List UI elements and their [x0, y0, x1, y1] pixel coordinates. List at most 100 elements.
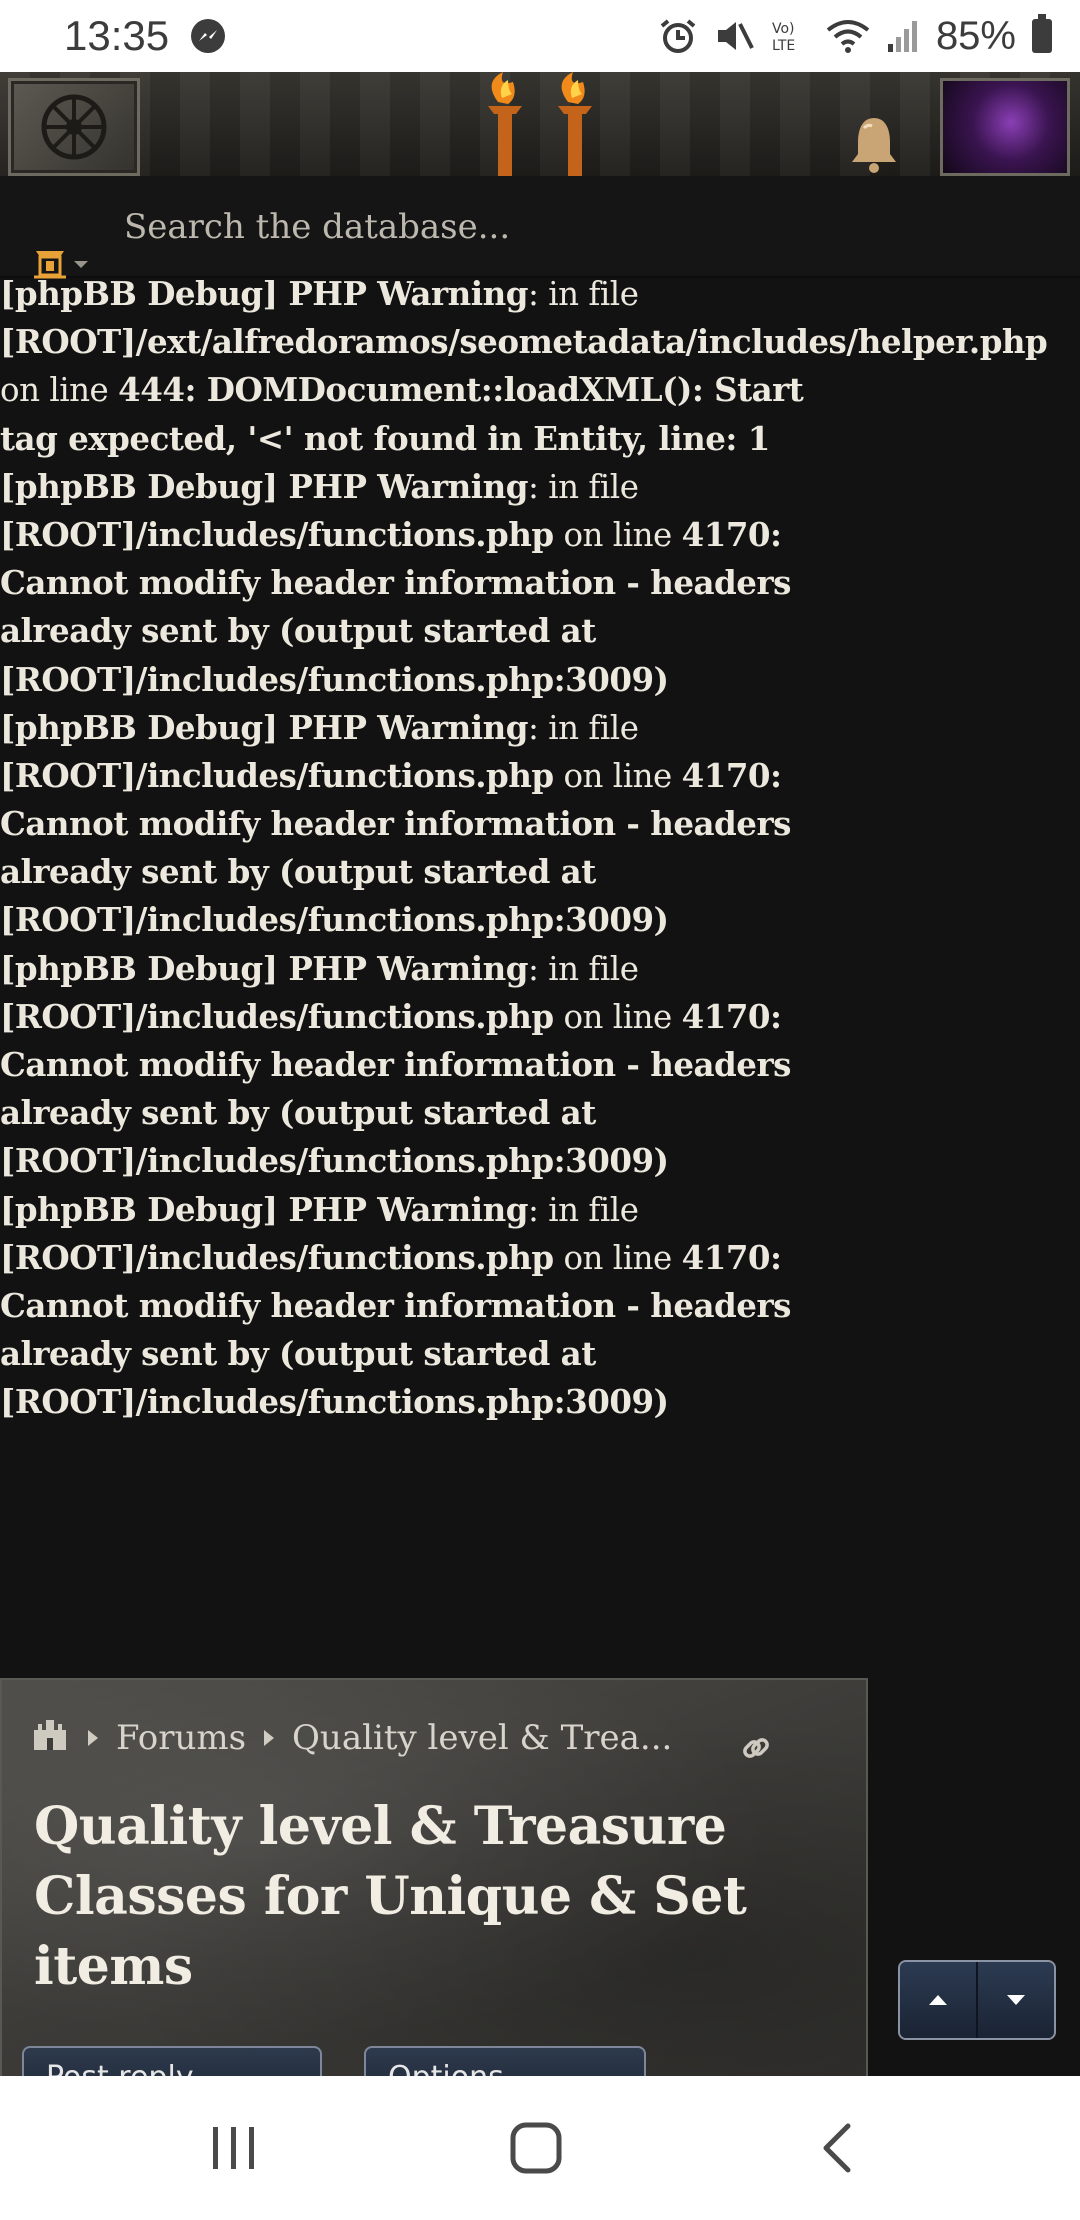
battery-percent: 85%: [935, 13, 1016, 58]
debug-text-bold2: 4170:: [681, 996, 782, 1036]
debug-text-bold2: 4170:: [681, 755, 782, 795]
caret-up-icon: [929, 1995, 947, 2005]
home-castle-icon[interactable]: [30, 1714, 70, 1763]
debug-text-normal: : in file: [527, 1190, 639, 1229]
debug-text-bold2: 4170:: [681, 1237, 782, 1277]
debug-text-bold: Cannot modify header information - heade…: [0, 563, 791, 603]
svg-text:LTE: LTE: [772, 38, 795, 54]
bell-icon[interactable]: [842, 112, 906, 176]
debug-line: [ROOT]/includes/functions.php:3009): [0, 896, 1080, 944]
debug-line: [ROOT]/ext/alfredoramos/seometadata/incl…: [0, 318, 1080, 366]
debug-text-bold2: 4170:: [681, 514, 782, 554]
debug-text-normal: on line: [553, 756, 682, 795]
scroll-down-button[interactable]: [976, 1962, 1054, 2038]
debug-text-bold: [ROOT]/includes/functions.php:3009): [0, 900, 669, 940]
debug-text-bold: already sent by (output started at: [0, 1093, 596, 1133]
breadcrumb-topic[interactable]: Quality level & Trea...: [292, 1718, 672, 1758]
back-button[interactable]: [798, 2118, 878, 2178]
debug-line: already sent by (output started at: [0, 848, 1080, 896]
recents-button[interactable]: [194, 2118, 274, 2178]
debug-line: Cannot modify header information - heade…: [0, 1041, 1080, 1089]
debug-line: Cannot modify header information - heade…: [0, 1282, 1080, 1330]
debug-text-bold: [ROOT]/includes/functions.php:3009): [0, 1141, 669, 1181]
debug-text-bold: [ROOT]/includes/functions.php: [0, 1237, 554, 1277]
recents-icon: [213, 2127, 254, 2169]
debug-text-bold: [phpBB Debug] PHP Warning: [0, 948, 528, 988]
link-icon[interactable]: [740, 1732, 772, 1768]
debug-text-bold: [phpBB Debug] PHP Warning: [0, 466, 528, 506]
options-button[interactable]: Options: [364, 2046, 646, 2076]
breadcrumb: Forums Quality level & Trea...: [30, 1710, 830, 1766]
debug-text-bold: [ROOT]/includes/functions.php: [0, 996, 554, 1036]
debug-text-bold: already sent by (output started at: [0, 852, 596, 892]
debug-text-normal: : in file: [527, 467, 639, 506]
debug-line: [phpBB Debug] PHP Warning: in file: [0, 463, 1080, 511]
scroll-controls: [898, 1960, 1056, 2040]
debug-line: on line 444: DOMDocument::loadXML(): Sta…: [0, 366, 1080, 414]
debug-line: [ROOT]/includes/functions.php:3009): [0, 1137, 1080, 1185]
mute-icon: [714, 18, 754, 54]
site-logo[interactable]: [458, 72, 628, 176]
breadcrumb-forums[interactable]: Forums: [116, 1718, 246, 1758]
debug-text-bold: [ROOT]/ext/alfredoramos/seometadata/incl…: [0, 322, 1048, 362]
debug-line: [ROOT]/includes/functions.php on line 41…: [0, 993, 1080, 1041]
debug-text-bold: [phpBB Debug] PHP Warning: [0, 707, 528, 747]
navigation-bar: [0, 2076, 1080, 2220]
debug-text-bold: tag expected, '<' not found in Entity, l…: [0, 418, 770, 458]
debug-line: already sent by (output started at: [0, 1089, 1080, 1137]
debug-text-normal: on line: [553, 997, 682, 1036]
battery-icon: [1032, 14, 1052, 53]
debug-line: [ROOT]/includes/functions.php:3009): [0, 656, 1080, 704]
home-icon: [510, 2122, 562, 2174]
search-bar: [0, 176, 1080, 278]
debug-text-normal: on line: [553, 1238, 682, 1277]
debug-text-bold: Cannot modify header information - heade…: [0, 804, 791, 844]
debug-text-normal: : in file: [527, 275, 639, 313]
debug-line: already sent by (output started at: [0, 607, 1080, 655]
debug-text-bold: [ROOT]/includes/functions.php: [0, 755, 554, 795]
status-time: 13:35: [64, 12, 170, 59]
debug-text-bold: [ROOT]/includes/functions.php:3009): [0, 1382, 669, 1422]
debug-text-bold: already sent by (output started at: [0, 1334, 596, 1374]
search-options-toggle[interactable]: [30, 246, 90, 282]
search-input[interactable]: [100, 192, 1060, 262]
debug-line: [ROOT]/includes/functions.php on line 41…: [0, 1234, 1080, 1282]
debug-text-normal: : in file: [527, 949, 639, 988]
status-bar: 13:35 Vo) LTE 85%: [0, 0, 1080, 72]
topic-header-panel: Forums Quality level & Trea... Quality l…: [0, 1678, 868, 2078]
debug-line: [ROOT]/includes/functions.php:3009): [0, 1378, 1080, 1426]
messenger-icon: [191, 19, 226, 53]
post-reply-button[interactable]: Post reply: [22, 2046, 322, 2076]
debug-line: [ROOT]/includes/functions.php on line 41…: [0, 752, 1080, 800]
debug-text-bold: Cannot modify header information - heade…: [0, 1045, 791, 1084]
debug-text-normal: on line: [0, 371, 119, 410]
debug-text-bold2: 444: DOMDocument::loadXML(): Start: [118, 370, 804, 410]
debug-text-bold: Cannot modify header information - heade…: [0, 1285, 791, 1325]
caret-down-icon: [1007, 1995, 1025, 2005]
user-avatar[interactable]: [940, 78, 1070, 176]
debug-text-normal: on line: [553, 515, 682, 554]
debug-text-normal: : in file: [527, 708, 639, 747]
chevron-down-icon: [74, 260, 88, 268]
debug-line: tag expected, '<' not found in Entity, l…: [0, 415, 1080, 463]
signal-icon: [886, 18, 920, 54]
alarm-icon: [658, 18, 698, 54]
breadcrumb-separator-icon: [88, 1730, 98, 1746]
debug-text-bold: [ROOT]/includes/functions.php: [0, 514, 554, 554]
debug-line: Cannot modify header information - heade…: [0, 800, 1080, 848]
home-button[interactable]: [496, 2118, 576, 2178]
debug-line: Cannot modify header information - heade…: [0, 559, 1080, 607]
scroll-up-button[interactable]: [900, 1962, 976, 2038]
lamp-icon: [34, 251, 66, 279]
debug-line: [phpBB Debug] PHP Warning: in file: [0, 270, 1080, 318]
debug-text-bold: [ROOT]/includes/functions.php:3009): [0, 659, 669, 699]
back-icon: [823, 2123, 851, 2173]
site-header: [0, 72, 1080, 176]
topic-title: Quality level & Treasure Classes for Uni…: [34, 1796, 747, 1997]
volte-icon: Vo) LTE: [770, 18, 810, 54]
svg-text:Vo): Vo): [772, 21, 795, 37]
debug-line: already sent by (output started at: [0, 1330, 1080, 1378]
debug-line: [ROOT]/includes/functions.php on line 41…: [0, 511, 1080, 559]
menu-tile-icon[interactable]: [8, 78, 140, 176]
debug-line: [phpBB Debug] PHP Warning: in file: [0, 1186, 1080, 1234]
